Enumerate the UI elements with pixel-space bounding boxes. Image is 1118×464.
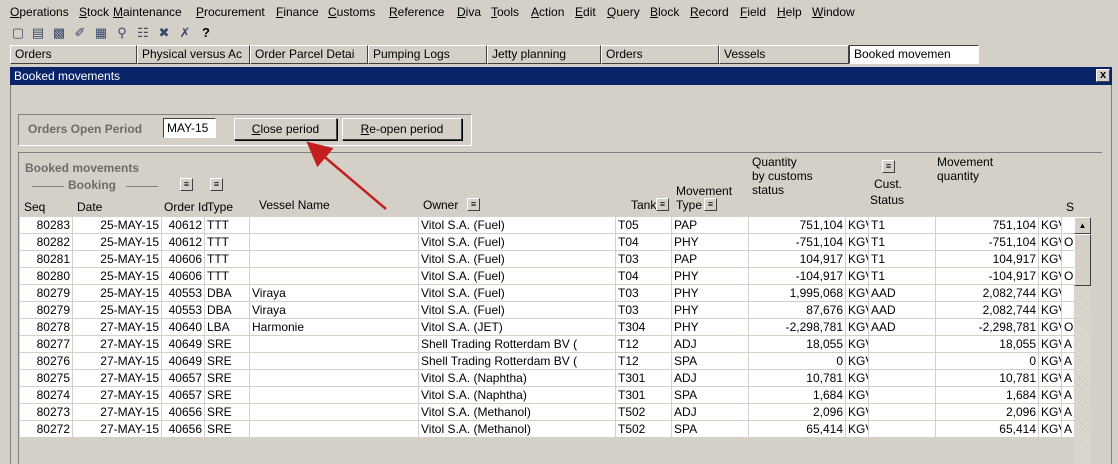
annotation-arrow bbox=[306, 141, 387, 210]
